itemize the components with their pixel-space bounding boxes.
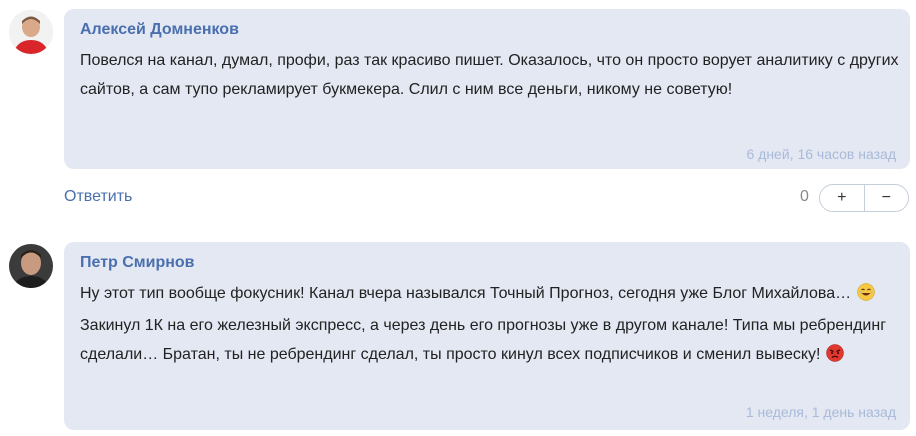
angry-emoji-icon — [826, 343, 844, 372]
comment-text: Ну этот тип вообще фокусник! Канал вчера… — [80, 279, 900, 372]
comment-timestamp: 6 дней, 16 часов назад — [746, 146, 896, 162]
comment-bubble: Петр Смирнов Ну этот тип вообще фокусник… — [64, 242, 910, 430]
comment-author[interactable]: Алексей Домненков — [80, 21, 239, 39]
avatar-aleksey[interactable] — [9, 10, 53, 54]
comment-bubble: Алексей Домненков Повелся на канал, дума… — [64, 9, 910, 169]
vote-buttons: + − — [819, 184, 909, 212]
comment-text-part1: Ну этот тип вообще фокусник! Канал вчера… — [80, 285, 852, 302]
reply-button[interactable]: Ответить — [64, 188, 132, 206]
comment-text-part2: Закинул 1К на его железный экспресс, а ч… — [80, 317, 887, 363]
comment-author[interactable]: Петр Смирнов — [80, 254, 195, 272]
comment-actions: Ответить 0 + − — [0, 180, 916, 216]
downvote-button[interactable]: − — [863, 185, 909, 211]
upvote-button[interactable]: + — [820, 185, 864, 211]
vote-count: 0 — [800, 188, 809, 205]
laughing-emoji-icon — [856, 282, 875, 311]
comment-text: Повелся на канал, думал, профи, раз так … — [80, 52, 899, 98]
avatar-petr[interactable] — [9, 244, 53, 288]
user-avatar-icon — [9, 244, 53, 288]
comment-timestamp: 1 неделя, 1 день назад — [745, 404, 896, 420]
user-avatar-icon — [9, 10, 53, 54]
